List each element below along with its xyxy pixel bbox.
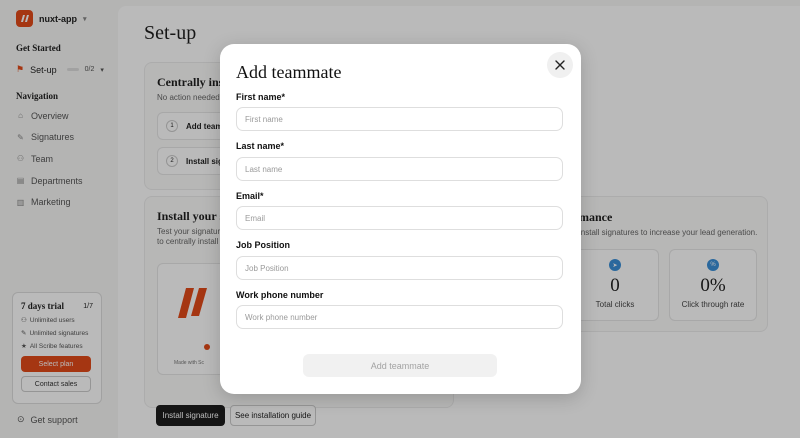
email-field[interactable] <box>236 206 563 230</box>
close-button[interactable] <box>547 52 573 78</box>
last-name-label: Last name* <box>236 141 285 151</box>
dialog-title: Add teammate <box>236 62 342 82</box>
job-position-field[interactable] <box>236 256 563 280</box>
first-name-field[interactable] <box>236 107 563 131</box>
work-phone-field[interactable] <box>236 305 563 329</box>
work-phone-label: Work phone number <box>236 290 324 300</box>
job-position-label: Job Position <box>236 240 290 250</box>
close-icon <box>555 60 565 70</box>
add-teammate-dialog: Add teammate First name* Last name* Emai… <box>220 44 581 394</box>
first-name-label: First name* <box>236 92 286 102</box>
add-teammate-button[interactable]: Add teammate <box>303 354 497 377</box>
last-name-field[interactable] <box>236 157 563 181</box>
email-label: Email* <box>236 191 264 201</box>
